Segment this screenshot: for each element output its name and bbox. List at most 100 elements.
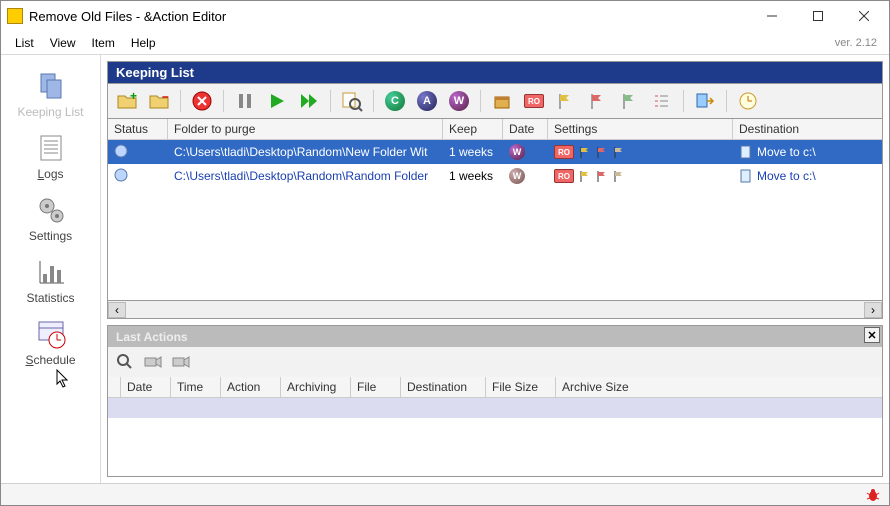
pause-button[interactable] — [232, 88, 258, 114]
sidebar-label: Statistics — [26, 291, 74, 305]
sidebar-label: Keeping List — [17, 105, 83, 119]
menu-view[interactable]: View — [42, 33, 84, 53]
minimize-button[interactable] — [749, 2, 795, 30]
sidebar-label: Logs — [37, 167, 63, 181]
sidebar-statistics[interactable]: Statistics — [11, 249, 91, 309]
la-th-date[interactable]: Date — [121, 377, 171, 397]
last-actions-title: Last Actions ✕ — [107, 325, 883, 347]
status-cell — [108, 142, 168, 163]
la-th-archivesize[interactable]: Archive Size — [556, 377, 882, 397]
play-button[interactable] — [264, 88, 290, 114]
th-settings[interactable]: Settings — [548, 119, 733, 139]
la-th-destination[interactable]: Destination — [401, 377, 486, 397]
w-badge-button[interactable]: W — [446, 88, 472, 114]
add-folder-button[interactable]: + — [114, 88, 140, 114]
table-row[interactable]: C:\Users\tladi\Desktop\Random\New Folder… — [108, 140, 882, 164]
globe-icon — [114, 168, 128, 182]
title-bar: Remove Old Files - &Action Editor — [1, 1, 889, 31]
flag-tan-icon — [613, 170, 625, 182]
last-actions-toolbar — [107, 347, 883, 377]
sidebar-label: Schedule — [25, 353, 75, 367]
la-body — [108, 398, 882, 476]
remove-folder-button[interactable]: – — [146, 88, 172, 114]
main-shell: Keeping List Logs Settings Statistics Sc… — [1, 55, 889, 483]
play-all-button[interactable] — [296, 88, 322, 114]
th-status[interactable]: Status — [108, 119, 168, 139]
horizontal-scrollbar[interactable]: ‹ › — [107, 301, 883, 319]
destination-cell: Move to c:\ — [733, 143, 882, 161]
page-icon — [739, 169, 753, 183]
th-keep[interactable]: Keep — [443, 119, 503, 139]
la-th-file[interactable]: File — [351, 377, 401, 397]
table-row[interactable]: C:\Users\tladi\Desktop\Random\Random Fol… — [108, 164, 882, 188]
flag2-button[interactable] — [585, 88, 611, 114]
la-th-filesize[interactable]: File Size — [486, 377, 556, 397]
a-badge-button[interactable]: A — [414, 88, 440, 114]
keeping-list-toolbar: + – C A W RO — [107, 83, 883, 118]
la-th-time[interactable]: Time — [171, 377, 221, 397]
sidebar-keeping-list[interactable]: Keeping List — [11, 63, 91, 123]
svg-text:–: – — [162, 90, 169, 103]
sidebar-label: Settings — [29, 229, 72, 243]
la-empty-row — [108, 398, 882, 418]
la-search-button[interactable] — [114, 351, 136, 373]
table-body: C:\Users\tladi\Desktop\Random\New Folder… — [108, 140, 882, 300]
flag-tan-icon — [613, 146, 625, 158]
date-cell: W — [503, 142, 548, 162]
folder-cell: C:\Users\tladi\Desktop\Random\New Folder… — [168, 143, 443, 161]
sidebar: Keeping List Logs Settings Statistics Sc… — [1, 55, 101, 483]
sidebar-settings[interactable]: Settings — [11, 187, 91, 247]
flag3-button[interactable] — [617, 88, 643, 114]
menu-item[interactable]: Item — [83, 33, 122, 53]
maximize-button[interactable] — [795, 2, 841, 30]
scroll-right-arrow[interactable]: › — [864, 302, 882, 318]
package-button[interactable] — [489, 88, 515, 114]
la-th-archiving[interactable]: Archiving — [281, 377, 351, 397]
svg-text:+: + — [130, 90, 137, 103]
date-cell: W — [503, 166, 548, 186]
statistics-icon — [34, 255, 68, 289]
time-button[interactable] — [735, 88, 761, 114]
last-actions-close-button[interactable]: ✕ — [864, 327, 880, 343]
th-destination[interactable]: Destination — [733, 119, 882, 139]
gears-icon — [34, 193, 68, 227]
flag-red-icon — [596, 146, 608, 158]
la-camera2-button[interactable] — [170, 351, 192, 373]
keep-cell: 1 weeks — [443, 167, 503, 185]
stop-button[interactable] — [189, 88, 215, 114]
ro-button[interactable]: RO — [521, 88, 547, 114]
globe-icon — [114, 144, 128, 158]
flag1-button[interactable] — [553, 88, 579, 114]
ro-badge: RO — [554, 145, 574, 159]
documents-icon — [34, 69, 68, 103]
keeping-list-title: Keeping List — [107, 61, 883, 83]
calendar-clock-icon — [34, 317, 68, 351]
c-badge-button[interactable]: C — [382, 88, 408, 114]
version-label: ver. 2.12 — [835, 37, 883, 49]
menu-list[interactable]: List — [7, 33, 42, 53]
menu-help[interactable]: Help — [123, 33, 164, 53]
status-cell — [108, 166, 168, 187]
destination-cell: Move to c:\ — [733, 167, 882, 185]
page-icon — [739, 145, 753, 159]
sidebar-logs[interactable]: Logs — [11, 125, 91, 185]
logs-icon — [34, 131, 68, 165]
sidebar-schedule[interactable]: Schedule — [11, 311, 91, 371]
preview-button[interactable] — [339, 88, 365, 114]
keeping-list-table: Status Folder to purge Keep Date Setting… — [107, 118, 883, 301]
close-button[interactable] — [841, 2, 887, 30]
checklist-button[interactable] — [649, 88, 675, 114]
la-th-action[interactable]: Action — [221, 377, 281, 397]
scroll-left-arrow[interactable]: ‹ — [108, 302, 126, 318]
move-button[interactable] — [692, 88, 718, 114]
th-folder[interactable]: Folder to purge — [168, 119, 443, 139]
app-icon — [7, 8, 23, 24]
flag-red-icon — [596, 170, 608, 182]
flag-yellow-icon — [579, 146, 591, 158]
settings-cell: RO — [548, 167, 733, 185]
th-date[interactable]: Date — [503, 119, 548, 139]
ro-badge: RO — [554, 169, 574, 183]
main-content: Keeping List + – C A W RO — [101, 55, 889, 483]
status-bar — [1, 483, 889, 505]
la-camera1-button[interactable] — [142, 351, 164, 373]
